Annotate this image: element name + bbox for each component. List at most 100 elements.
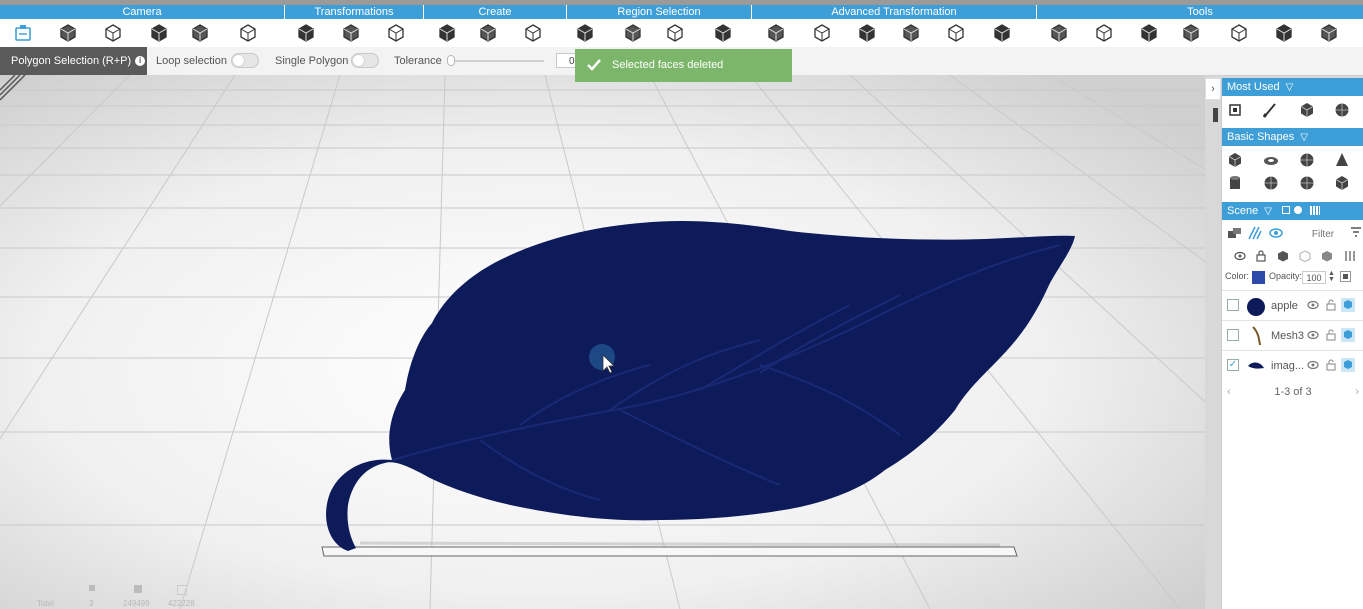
create-pinch-icon[interactable] xyxy=(477,22,499,44)
tolerance-slider-handle[interactable] xyxy=(447,55,455,66)
column-more-icon[interactable] xyxy=(1344,250,1356,262)
torus-icon[interactable] xyxy=(1262,151,1280,169)
tools-bevel-cube-icon[interactable] xyxy=(1228,22,1250,44)
region-slice-icon[interactable] xyxy=(712,22,734,44)
collapse-triangle-icon[interactable]: ▽ xyxy=(1264,206,1272,217)
camera-clipboard-icon[interactable] xyxy=(237,22,259,44)
tools-wire-cube-icon[interactable] xyxy=(1048,22,1070,44)
single-polygon-toggle[interactable] xyxy=(351,53,379,68)
column-eye-icon[interactable] xyxy=(1234,251,1246,261)
apple-thumb-icon xyxy=(1247,298,1265,316)
scene-object-row[interactable]: apple xyxy=(1222,290,1363,320)
object-checkbox[interactable] xyxy=(1227,329,1239,341)
soccer-ball-icon[interactable] xyxy=(1298,174,1316,192)
info-icon[interactable]: i xyxy=(135,56,146,67)
stats-total-label: Total xyxy=(37,599,54,608)
camera-move-icon[interactable] xyxy=(57,22,79,44)
checkmark-icon xyxy=(587,59,601,71)
advanced-layers-icon[interactable] xyxy=(765,22,787,44)
next-page-icon[interactable]: › xyxy=(1355,383,1359,401)
polygon-select-icon[interactable] xyxy=(12,22,34,44)
transform-center-icon[interactable] xyxy=(295,22,317,44)
transform-stack-icon[interactable] xyxy=(385,22,407,44)
faces-stat-icon xyxy=(177,585,187,595)
collapse-panel-button[interactable]: › xyxy=(1205,78,1221,100)
scene-filter-input[interactable] xyxy=(1297,224,1349,244)
mesh-thumb-icon xyxy=(1252,326,1261,346)
dodecahedron-icon[interactable] xyxy=(1333,174,1351,192)
most-used-header[interactable]: Most Used ▽ xyxy=(1222,78,1363,96)
brush-icon[interactable] xyxy=(1262,101,1280,119)
collapse-triangle-icon[interactable]: ▽ xyxy=(1300,132,1308,143)
transform-icon[interactable] xyxy=(1226,101,1244,119)
image-thumb-icon xyxy=(1248,362,1264,369)
loop-selection-toggle[interactable] xyxy=(231,53,259,68)
opacity-input[interactable]: 100 xyxy=(1302,271,1326,284)
transform-cube-icon[interactable] xyxy=(340,22,362,44)
advanced-cut-icon[interactable] xyxy=(856,22,878,44)
basic-shapes-title: Basic Shapes xyxy=(1227,131,1295,143)
panel-scroll-handle[interactable] xyxy=(1213,108,1218,122)
opacity-stepper-icon[interactable]: ▲ ▼ xyxy=(1328,270,1335,283)
lock-icon[interactable] xyxy=(1325,299,1337,311)
render-mode-icon[interactable] xyxy=(1341,298,1355,312)
tools-split-cube-icon[interactable] xyxy=(1273,22,1295,44)
region-cube-icon[interactable] xyxy=(622,22,644,44)
filter-options-icon[interactable] xyxy=(1350,226,1362,238)
object-checkbox-checked[interactable]: ✓ xyxy=(1227,359,1239,371)
advanced-grid-cube-icon[interactable] xyxy=(811,22,833,44)
column-lock-icon[interactable] xyxy=(1256,250,1266,262)
camera-orbit-icon[interactable] xyxy=(189,22,211,44)
objects-stat-icon xyxy=(89,585,95,591)
scene-object-row[interactable]: Mesh3 xyxy=(1222,320,1363,350)
scene-group-icon[interactable] xyxy=(1228,227,1242,239)
camera-rotate-icon[interactable] xyxy=(148,22,170,44)
visibility-eye-icon[interactable] xyxy=(1307,329,1319,341)
column-box-icon[interactable] xyxy=(1321,250,1333,262)
visibility-eye-icon[interactable] xyxy=(1307,299,1319,311)
3d-viewport[interactable]: Total 3 249499 422228 xyxy=(0,75,1205,609)
column-wire-icon[interactable] xyxy=(1299,250,1311,262)
tools-sphere-icon[interactable] xyxy=(1180,22,1202,44)
region-plane-icon[interactable] xyxy=(664,22,686,44)
lock-icon[interactable] xyxy=(1325,329,1337,341)
scene-wire-icon[interactable] xyxy=(1248,226,1262,240)
region-box-icon[interactable] xyxy=(574,22,596,44)
scene-object-row[interactable]: ✓ imag... xyxy=(1222,350,1363,380)
tools-check-cube-icon[interactable] xyxy=(1318,22,1340,44)
tools-hollow-cube-icon[interactable] xyxy=(1138,22,1160,44)
cube-icon[interactable] xyxy=(1226,151,1244,169)
scene-view-toggle-icon[interactable] xyxy=(1294,206,1302,214)
stats-vertices: 249499 xyxy=(123,599,150,608)
basic-shapes-header[interactable]: Basic Shapes ▽ xyxy=(1222,128,1363,146)
camera-lock-icon[interactable] xyxy=(102,22,124,44)
advanced-cone-icon[interactable] xyxy=(900,22,922,44)
scene-header[interactable]: Scene ▽ xyxy=(1222,202,1363,220)
color-swatch[interactable] xyxy=(1252,271,1265,284)
column-solid-icon[interactable] xyxy=(1277,250,1289,262)
prev-page-icon[interactable]: ‹ xyxy=(1227,383,1231,401)
cone-icon[interactable] xyxy=(1333,151,1351,169)
object-name: imag... xyxy=(1271,360,1305,372)
balls-icon[interactable] xyxy=(1262,174,1280,192)
material-button[interactable] xyxy=(1340,271,1351,282)
render-mode-icon[interactable] xyxy=(1341,328,1355,342)
cube-stack-icon[interactable] xyxy=(1298,101,1316,119)
object-checkbox[interactable] xyxy=(1227,299,1239,311)
cylinder-icon[interactable] xyxy=(1226,174,1244,192)
visibility-eye-icon[interactable] xyxy=(1307,359,1319,371)
create-extrude-icon[interactable] xyxy=(522,22,544,44)
scene-grid-icon[interactable] xyxy=(1310,206,1320,215)
advanced-twist-icon[interactable] xyxy=(945,22,967,44)
tolerance-slider-track[interactable] xyxy=(449,60,544,62)
sphere-icon[interactable] xyxy=(1298,151,1316,169)
tools-solid-cube-icon[interactable] xyxy=(1093,22,1115,44)
scene-visibility-eye-icon[interactable] xyxy=(1269,227,1283,239)
render-mode-icon[interactable] xyxy=(1341,358,1355,372)
create-box-icon[interactable] xyxy=(436,22,458,44)
scene-view-box-icon[interactable] xyxy=(1282,206,1290,214)
advanced-skew-icon[interactable] xyxy=(991,22,1013,44)
lock-icon[interactable] xyxy=(1325,359,1337,371)
sphere-half-icon[interactable] xyxy=(1333,101,1351,119)
collapse-triangle-icon[interactable]: ▽ xyxy=(1286,82,1294,93)
